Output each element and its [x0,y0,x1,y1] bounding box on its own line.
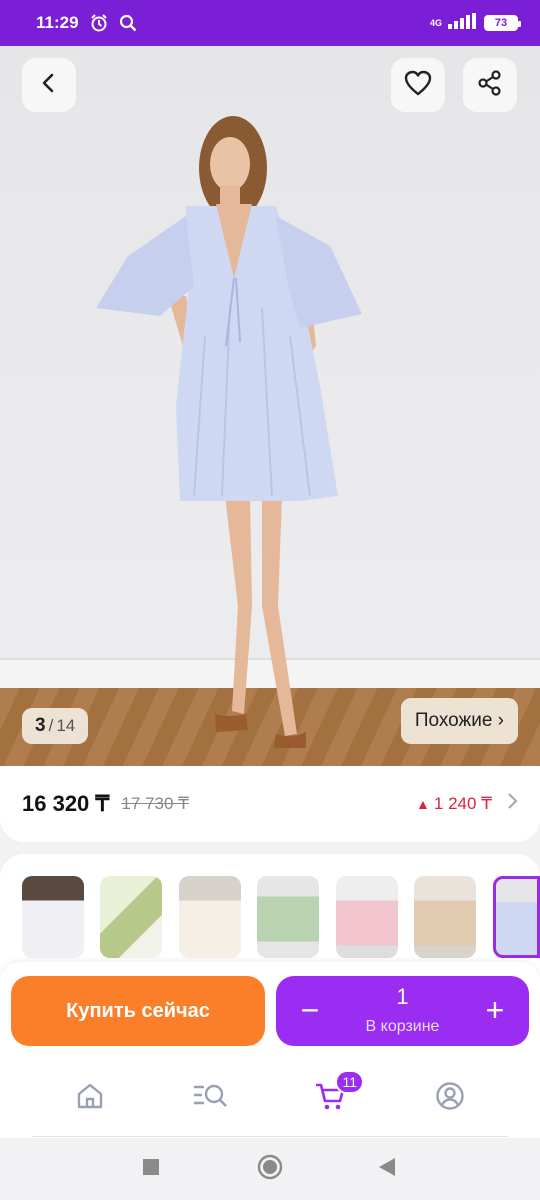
cart-badge: 11 [335,1070,364,1094]
thumbnail[interactable] [179,876,241,958]
thumbnail[interactable] [336,876,398,958]
product-image[interactable]: 3 / 14 Похожие › [0,46,540,766]
home-icon [75,1081,105,1116]
model-figure [96,116,362,748]
search-icon [119,14,137,32]
alarm-icon [89,13,109,33]
home-circle-icon[interactable] [257,1154,283,1185]
thumbnail[interactable] [414,876,476,958]
thumbnail[interactable] [22,876,84,958]
image-counter-current: 3 [35,715,46,736]
price-card: 16 320 ₸ 17 730 ₸ ▲ 1 240 ₸ [0,766,540,842]
nav-divider [32,1136,508,1137]
signal-icon [448,12,478,34]
favorite-button[interactable] [391,58,445,112]
price-change-amount: 1 240 ₸ [433,794,492,813]
image-counter-separator: / [48,716,54,735]
image-counter: 3 / 14 [22,708,89,744]
up-arrow-icon: ▲ [416,796,430,812]
back-button[interactable] [22,58,76,112]
back-triangle-icon[interactable] [378,1157,396,1182]
increase-quantity-button[interactable]: + [475,992,515,1028]
nav-home[interactable] [68,1076,112,1120]
buy-now-button[interactable]: Купить сейчас [11,976,265,1046]
thumbnail[interactable] [257,876,319,958]
price-change[interactable]: ▲ 1 240 ₸ [416,794,492,814]
similar-button[interactable]: Похожие › [400,698,518,744]
status-bar: 11:29 4G 73 [0,0,540,46]
profile-icon [435,1081,465,1116]
thumbnail[interactable] [100,876,162,958]
share-button[interactable] [463,58,517,112]
action-bar: Купить сейчас − 1 В корзине + [0,962,540,1058]
thumbnail-selected[interactable] [493,876,540,958]
image-counter-total: 14 [56,716,76,735]
battery-icon: 73 [484,15,521,31]
old-price: 17 730 ₸ [121,794,189,813]
catalog-search-icon [192,1081,228,1116]
cart-quantity-control: − 1 В корзине + [276,976,529,1046]
bottom-nav: 11 [0,1058,540,1138]
share-icon [477,69,503,101]
system-nav-bar [0,1138,540,1200]
clock: 11:29 [36,13,79,32]
nav-catalog[interactable] [188,1076,232,1120]
network-type: 4G [429,17,442,28]
chevron-left-icon [38,72,60,99]
recents-icon[interactable] [142,1158,160,1181]
chevron-right-icon[interactable] [506,792,518,816]
nav-cart[interactable]: 11 [308,1070,364,1120]
nav-profile[interactable] [428,1076,472,1120]
current-price: 16 320 ₸ [22,791,110,816]
heart-icon [404,70,432,101]
